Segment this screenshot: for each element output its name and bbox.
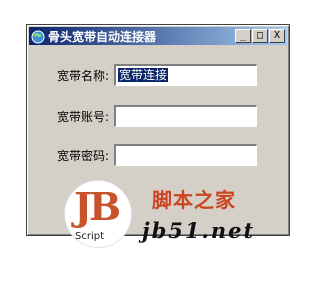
broadband-password-label: 宽带密码: (57, 148, 110, 163)
watermark-url: jb51.net (142, 218, 256, 243)
title-bar[interactable]: 骨头宽带自动连接器 _ □ X (29, 27, 287, 45)
watermark-logo: JB (74, 184, 121, 229)
window-title: 骨头宽带自动连接器 (48, 29, 157, 44)
broadband-name-label: 宽带名称: (57, 68, 110, 83)
broadband-password-input[interactable] (114, 144, 257, 166)
broadband-name-input[interactable]: 宽带连接 (114, 64, 257, 86)
form-row-account: 宽带账号: (57, 105, 257, 127)
watermark-logo-badge: JB Script (64, 180, 132, 248)
broadband-account-label: 宽带账号: (57, 109, 110, 124)
close-button[interactable]: X (269, 29, 285, 43)
form-row-password: 宽带密码: (57, 144, 257, 166)
minimize-button[interactable]: _ (235, 29, 251, 43)
watermark-site-name: 脚本之家 (152, 188, 236, 212)
watermark-logo-sub: Script (75, 231, 105, 242)
broadband-name-value: 宽带连接 (118, 68, 169, 82)
network-globe-icon (31, 29, 45, 44)
form-row-name: 宽带名称: 宽带连接 (57, 64, 257, 86)
maximize-button[interactable]: □ (252, 29, 268, 43)
watermark: JB Script 脚本之家 jb51.net (64, 180, 286, 250)
broadband-account-input[interactable] (114, 105, 257, 127)
